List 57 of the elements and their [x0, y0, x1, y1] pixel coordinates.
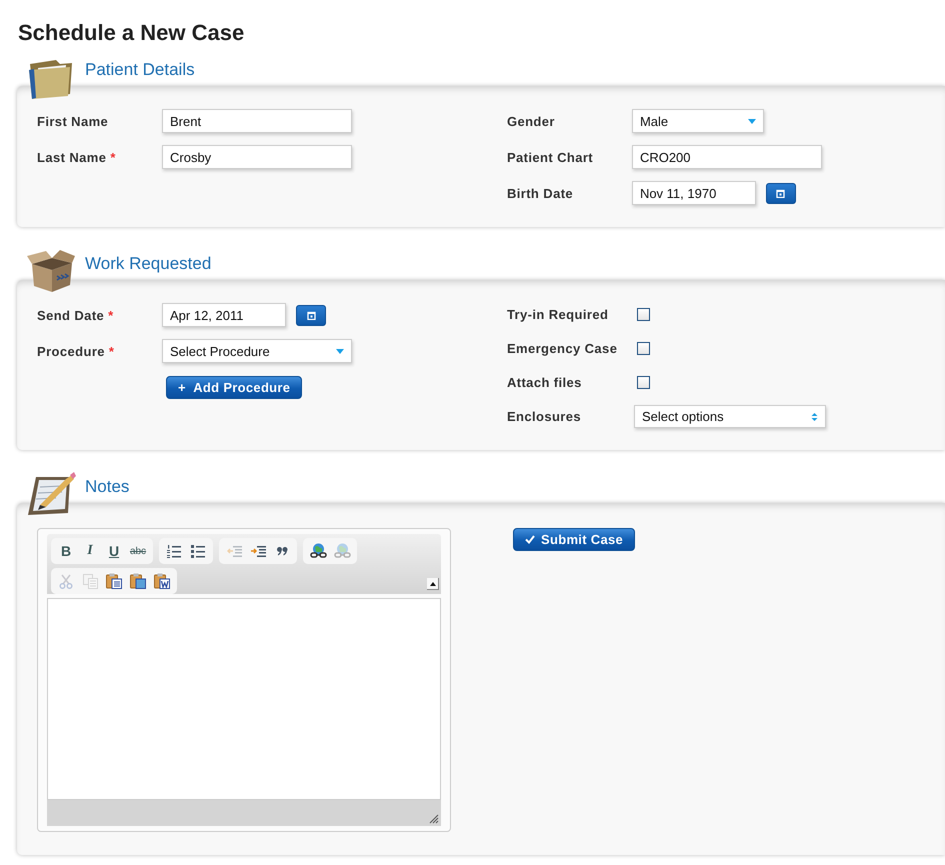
dropdown[interactable]: Male: [632, 109, 764, 133]
strike-button[interactable]: abc: [127, 540, 149, 562]
field-label: Birth Date: [506, 186, 574, 200]
section-title: Patient Details: [85, 60, 195, 80]
globe-chain-icon: [334, 543, 350, 559]
numbered-list-icon: [167, 544, 181, 558]
calendar-button[interactable]: [766, 182, 796, 204]
page-title: Schedule a New Case: [18, 19, 246, 47]
checkbox[interactable]: [636, 308, 650, 320]
field-label: Attach files: [506, 374, 583, 390]
bullet-list-icon: [191, 544, 205, 558]
text-field[interactable]: Brent: [162, 109, 352, 133]
clipboard-icon: [106, 573, 122, 589]
dropdown[interactable]: Select options: [634, 405, 826, 428]
calendar-button[interactable]: [296, 304, 326, 326]
resize-grip-icon[interactable]: [429, 814, 439, 824]
submit-button[interactable]: Submit Case: [513, 528, 636, 551]
calendar-icon: [306, 310, 316, 320]
field-label: Gender: [506, 114, 556, 128]
clipboard-icon: [154, 573, 170, 589]
box-icon: [26, 248, 76, 294]
field-label: Try-in Required: [506, 306, 610, 322]
outdent-icon: [226, 544, 242, 558]
field-label: Patient Chart: [506, 150, 594, 164]
rich-text-editor[interactable]: B I U abc: [37, 528, 451, 832]
copy-icon: [82, 574, 98, 588]
section-title: Notes: [85, 477, 130, 497]
field-label: Send Date *: [37, 308, 115, 322]
field-label: Last Name *: [37, 150, 117, 164]
caret-icon: [336, 348, 344, 354]
calendar-icon: [776, 188, 786, 198]
field-label: Emergency Case: [506, 340, 618, 356]
date-field[interactable]: Nov 11, 1970: [632, 181, 756, 205]
scissors-icon: [59, 574, 73, 588]
notepad-icon: [26, 471, 76, 517]
sort-arrows-icon: [810, 412, 818, 422]
date-field[interactable]: Apr 12, 2011: [162, 303, 286, 327]
text-field[interactable]: CRO200: [632, 145, 822, 169]
underline-button[interactable]: U: [103, 540, 125, 562]
section-title: Work Requested: [85, 254, 212, 274]
italic-button[interactable]: I: [79, 540, 101, 562]
bold-button[interactable]: B: [55, 540, 77, 562]
quote-icon: [276, 546, 288, 556]
field-label: Enclosures: [506, 409, 582, 424]
add-procedure-button[interactable]: + Add Procedure: [166, 376, 302, 398]
checkbox[interactable]: [636, 342, 650, 354]
checkbox[interactable]: [636, 376, 650, 388]
collapse-toolbar-button[interactable]: [427, 578, 439, 590]
indent-icon: [250, 544, 266, 558]
globe-chain-icon: [310, 543, 326, 559]
dropdown[interactable]: Select Procedure: [162, 339, 352, 363]
caret-icon: [748, 118, 756, 124]
clipboard-icon: [130, 573, 146, 589]
text-field[interactable]: Crosby: [162, 145, 352, 169]
checkmark-icon: [525, 535, 535, 544]
field-label: Procedure *: [37, 344, 116, 358]
field-label: First Name: [37, 114, 110, 128]
